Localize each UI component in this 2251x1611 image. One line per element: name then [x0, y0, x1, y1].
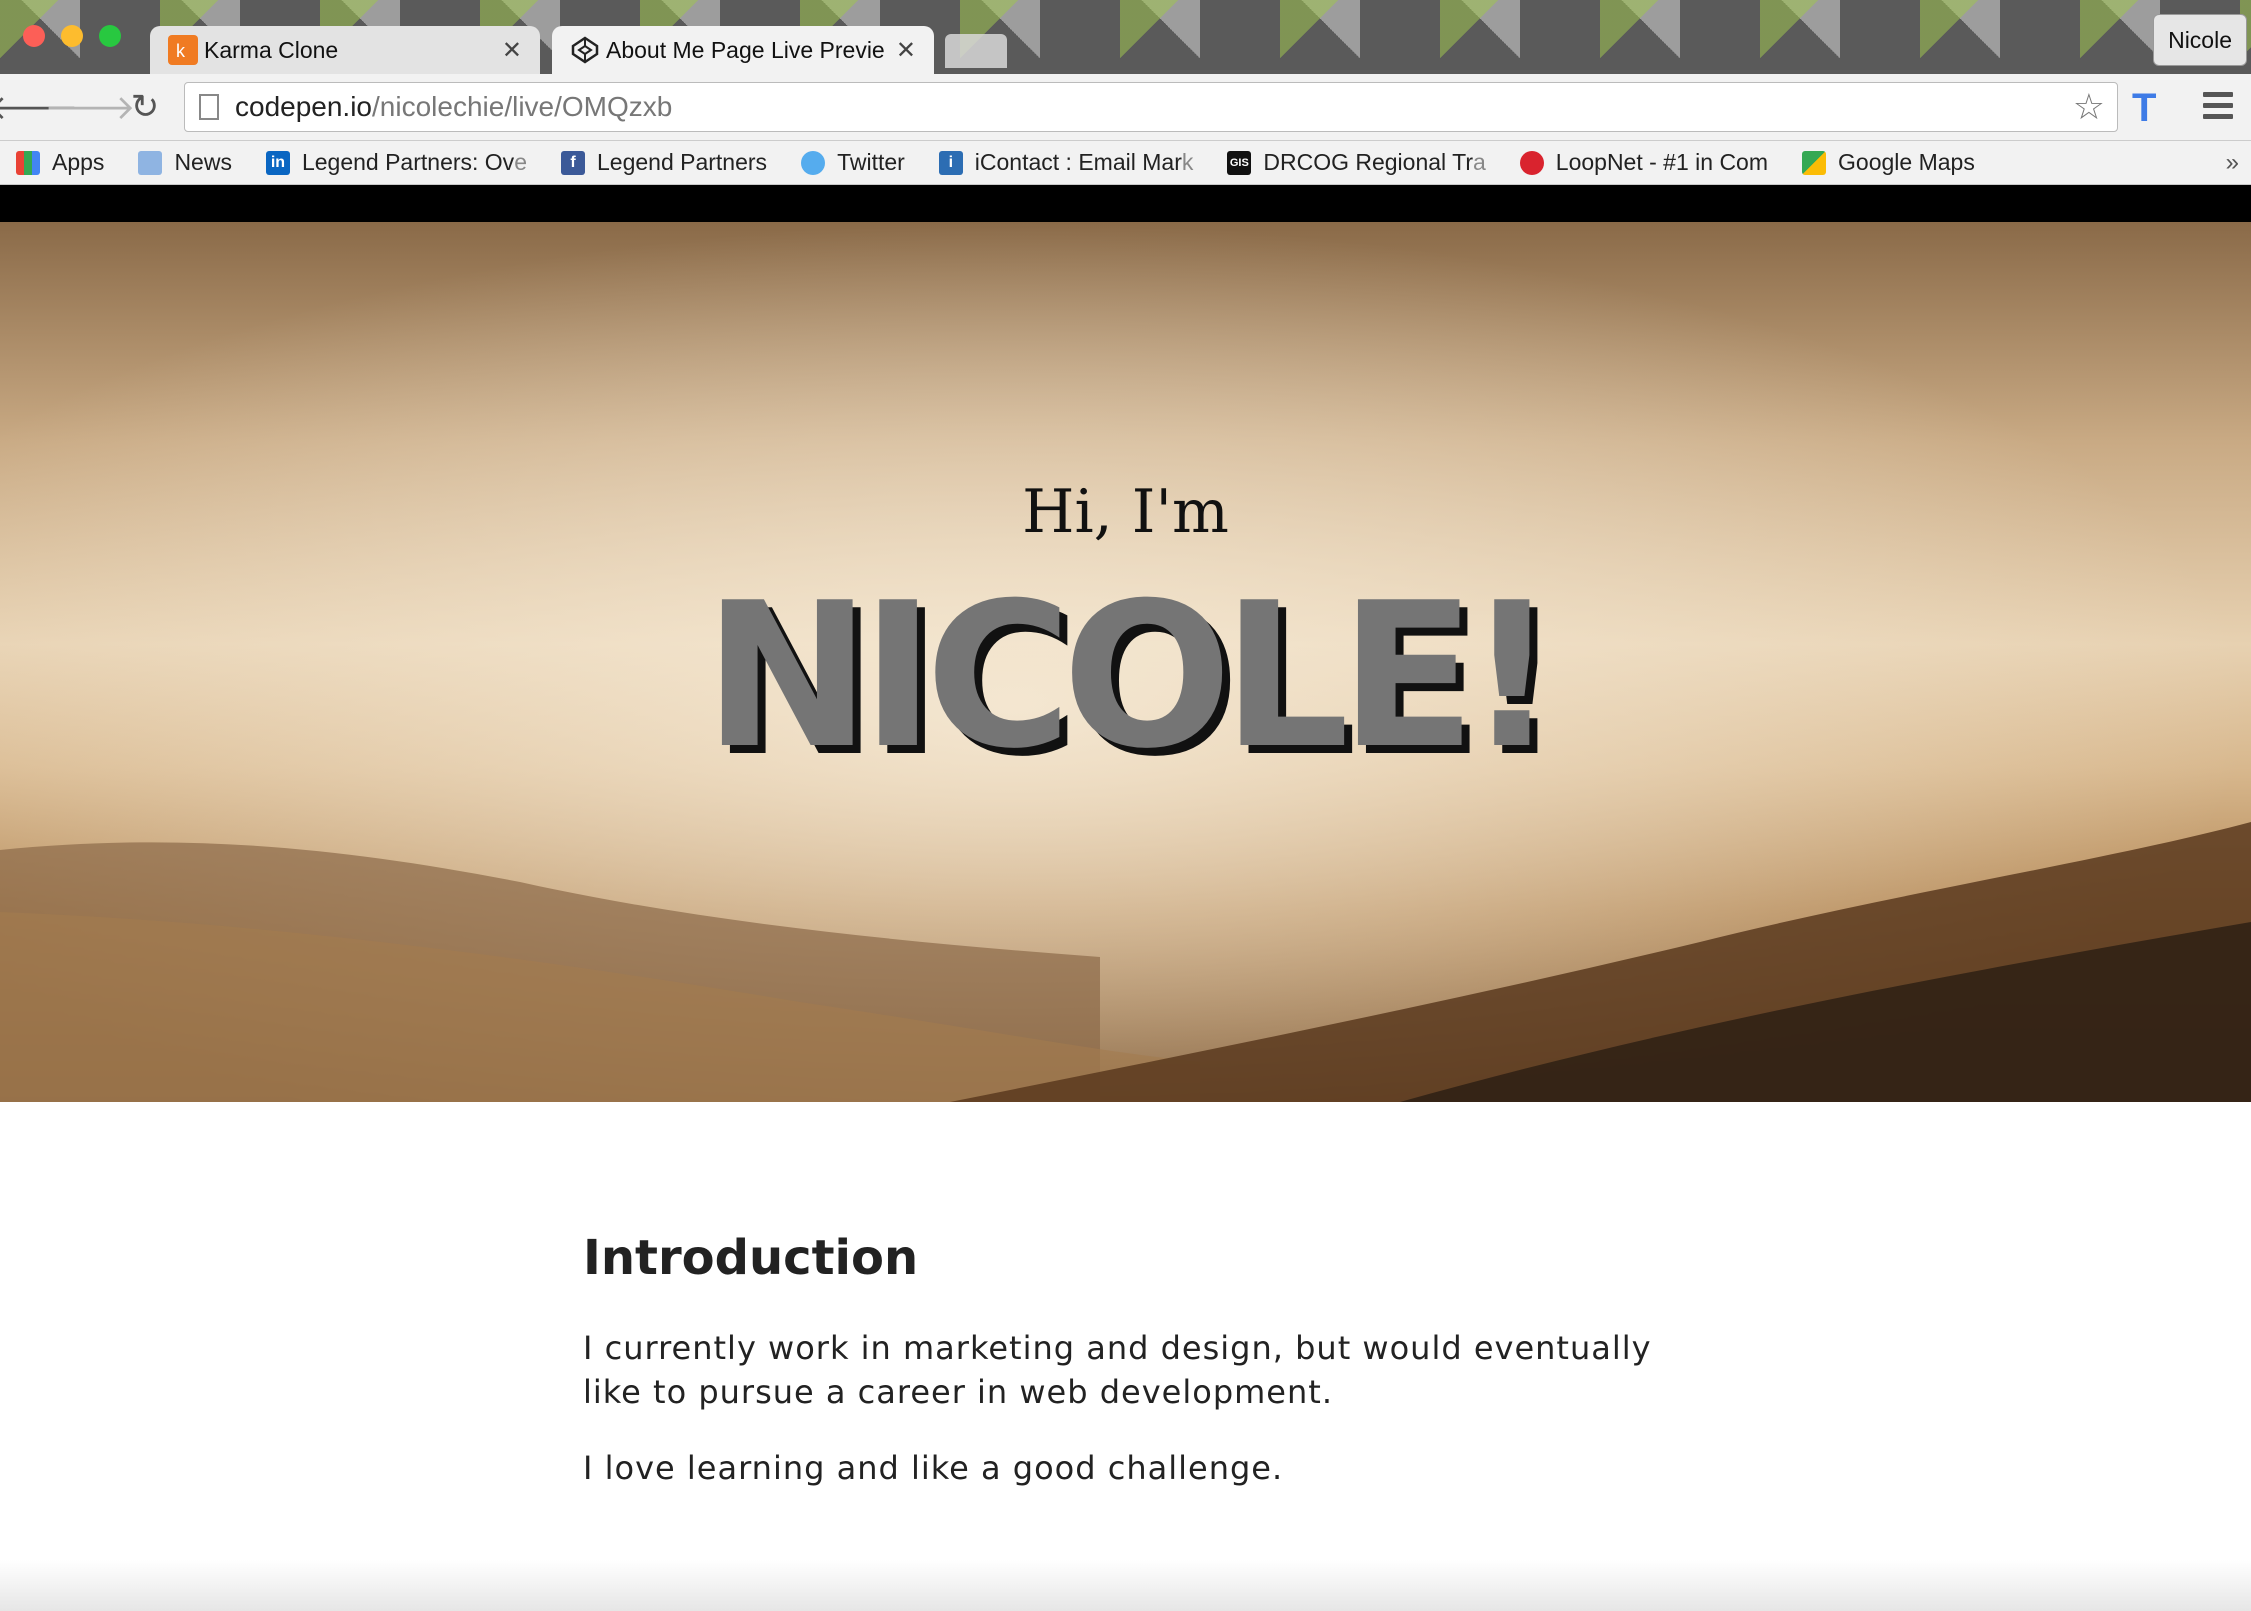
minimize-window-button[interactable] — [61, 25, 83, 47]
apps-grid-icon — [16, 150, 40, 175]
bookmark-legend-linkedin[interactable]: in Legend Partners: Ov e — [265, 149, 527, 176]
twitter-icon — [801, 150, 826, 175]
bookmarks-overflow-icon[interactable]: » — [2226, 149, 2239, 177]
page-bottom-fade — [0, 1560, 2251, 1611]
google-maps-icon — [1802, 150, 1827, 175]
linkedin-icon: in — [265, 150, 290, 175]
bookmark-icontact[interactable]: i iContact : Email Mar k — [938, 149, 1194, 176]
new-tab-button[interactable] — [945, 34, 1007, 68]
bookmark-apps[interactable]: Apps — [16, 149, 104, 176]
introduction-heading: Introduction — [583, 1230, 919, 1286]
bookmarks-bar: Apps News in Legend Partners: Ov e f Lege… — [0, 141, 2251, 185]
intro-paragraph: I currently work in marketing and design… — [583, 1329, 1652, 1411]
extension-icon[interactable]: T — [2132, 86, 2156, 131]
bookmark-label: Twitter — [837, 149, 905, 175]
profile-button[interactable]: Nicole — [2153, 14, 2247, 66]
tab-title: Karma Clone — [204, 36, 339, 63]
folder-icon — [138, 150, 163, 175]
menu-icon[interactable] — [2203, 92, 2233, 125]
svg-text:k: k — [176, 41, 186, 61]
bookmark-news[interactable]: News — [138, 149, 232, 176]
tab-karma-clone[interactable]: k Karma Clone ✕ — [150, 26, 540, 74]
introduction-section: Introduction I currently work in marketi… — [583, 1230, 1683, 1522]
bookmark-label-fade: e — [514, 149, 527, 175]
bookmark-loopnet[interactable]: LoopNet - #1 in Com — [1519, 149, 1769, 176]
bookmark-drcog[interactable]: GIS DRCOG Regional Tr a — [1227, 149, 1486, 176]
karma-icon: k — [168, 35, 198, 65]
bookmark-label: Legend Partners — [596, 149, 768, 175]
tab-title: About Me Page Live Previe — [606, 36, 885, 63]
bookmark-twitter[interactable]: Twitter — [801, 149, 905, 176]
page-top-bar — [0, 185, 2251, 222]
forward-arrow-icon[interactable]: 🡒 — [44, 84, 135, 130]
bookmark-star-icon[interactable]: ☆ — [2073, 86, 2105, 128]
url-text[interactable]: codepen.io/nicolechie/live/OMQzxb — [235, 91, 2073, 123]
browser-toolbar: 🡐 🡒 ↻ codepen.io/nicolechie/live/OMQzxb … — [0, 74, 2251, 141]
loopnet-icon — [1519, 150, 1544, 175]
bookmark-label: Legend Partners: Ov — [301, 149, 515, 175]
close-window-button[interactable] — [23, 25, 45, 47]
zoom-window-button[interactable] — [99, 25, 121, 47]
bookmark-label: iContact : Email Mar — [974, 149, 1182, 175]
facebook-icon: f — [560, 150, 585, 175]
bookmark-label: LoopNet - #1 in Com — [1555, 149, 1769, 175]
bookmark-label: Google Maps — [1838, 149, 1975, 175]
hero-banner: Hi, I'm NICOLE! — [0, 222, 2251, 1102]
tab-close-icon[interactable]: ✕ — [502, 36, 522, 65]
tab-close-icon[interactable]: ✕ — [896, 36, 916, 65]
bookmark-label: News — [174, 149, 232, 175]
gis-icon: GIS — [1227, 150, 1252, 175]
address-bar[interactable]: codepen.io/nicolechie/live/OMQzxb ☆ — [184, 82, 2118, 132]
intro-paragraph: I love learning and like a good challeng… — [583, 1449, 1284, 1487]
page-icon — [199, 94, 219, 120]
tab-about-me[interactable]: About Me Page Live Previe ✕ — [552, 26, 934, 74]
bookmark-label-fade: k — [1181, 149, 1194, 175]
codepen-icon — [570, 35, 600, 65]
reload-icon[interactable]: ↻ — [122, 84, 168, 130]
bookmark-label: DRCOG Regional Tr — [1263, 149, 1473, 175]
browser-title-bar: k Karma Clone ✕ About Me Page Live Previ… — [0, 0, 2251, 74]
bookmark-legend-facebook[interactable]: f Legend Partners — [560, 149, 768, 176]
hero-greeting: Hi, I'm — [1022, 477, 1229, 547]
hero-name: NICOLE! — [703, 560, 1558, 793]
bookmark-label-fade: a — [1472, 149, 1486, 175]
bookmark-label: Apps — [52, 149, 105, 175]
bookmark-google-maps[interactable]: Google Maps — [1802, 149, 1975, 176]
icontact-icon: i — [938, 150, 963, 175]
